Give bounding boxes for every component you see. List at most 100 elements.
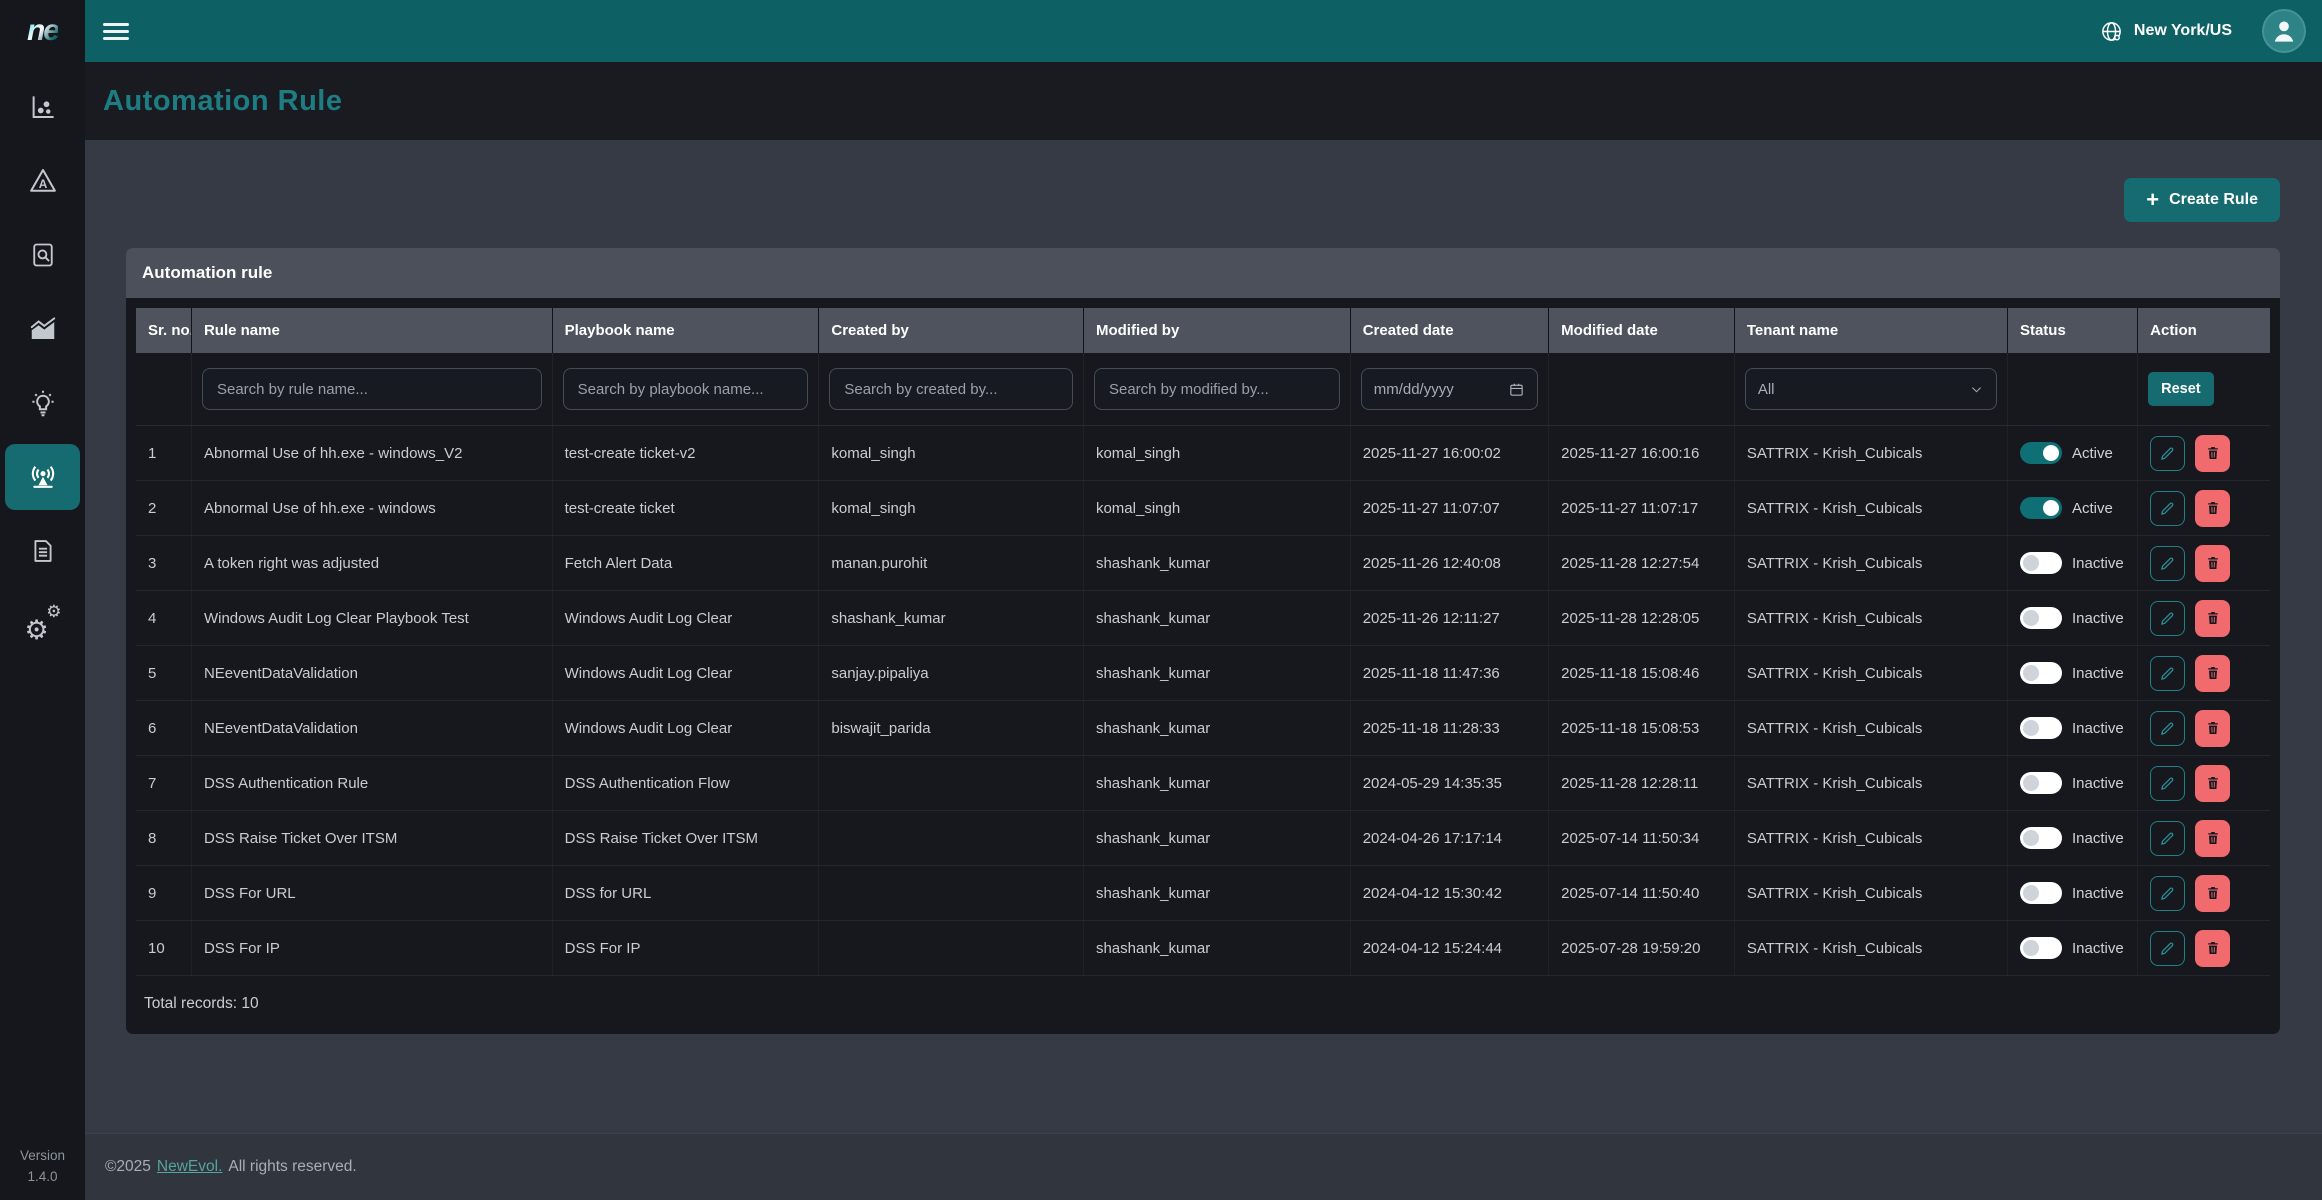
cell-status: Inactive <box>2007 866 2137 921</box>
cell-sr-no: 4 <box>136 591 191 646</box>
status-toggle[interactable] <box>2020 497 2062 519</box>
status-toggle[interactable] <box>2020 442 2062 464</box>
cell-rule-name: DSS Raise Ticket Over ITSM <box>191 811 552 866</box>
edit-rule-button[interactable] <box>2150 546 2185 581</box>
gears-settings-icon: ⚙⚙ <box>26 608 60 642</box>
cell-tenant-name: SATTRIX - Krish_Cubicals <box>1734 811 2007 866</box>
cell-modified-date: 2025-07-14 11:50:40 <box>1549 866 1735 921</box>
sidebar-item-reports[interactable] <box>5 518 80 584</box>
calendar-icon <box>1508 381 1525 398</box>
cell-tenant-name: SATTRIX - Krish_Cubicals <box>1734 591 2007 646</box>
timezone-selector[interactable]: New York/US <box>2099 19 2232 44</box>
cell-created-date: 2025-11-18 11:28:33 <box>1350 701 1548 756</box>
status-label: Inactive <box>2072 830 2124 847</box>
status-toggle[interactable] <box>2020 552 2062 574</box>
cell-sr-no: 6 <box>136 701 191 756</box>
cell-created-date: 2024-04-12 15:24:44 <box>1350 921 1548 976</box>
delete-rule-button[interactable] <box>2195 820 2230 857</box>
trash-icon <box>2205 445 2221 461</box>
edit-rule-button[interactable] <box>2150 436 2185 471</box>
cell-playbook-name: DSS For IP <box>552 921 819 976</box>
cell-action <box>2138 756 2270 811</box>
edit-rule-button[interactable] <box>2150 656 2185 691</box>
pencil-icon <box>2159 665 2176 682</box>
cell-rule-name: NEeventDataValidation <box>191 646 552 701</box>
status-label: Inactive <box>2072 555 2124 572</box>
cell-modified-by: shashank_kumar <box>1083 536 1350 591</box>
delete-rule-button[interactable] <box>2195 655 2230 692</box>
sidebar-item-trends[interactable] <box>5 296 80 362</box>
automation-rules-table: Sr. no. Rule name Playbook name Created … <box>136 308 2270 976</box>
sidebar-item-intelligence[interactable] <box>5 370 80 436</box>
create-rule-button[interactable]: + Create Rule <box>2124 178 2280 222</box>
delete-rule-button[interactable] <box>2195 600 2230 637</box>
newevol-link[interactable]: NewEvol. <box>157 1158 222 1176</box>
col-sr-no: Sr. no. <box>136 308 191 353</box>
pencil-icon <box>2159 500 2176 517</box>
trash-icon <box>2205 830 2221 846</box>
pencil-icon <box>2159 830 2176 847</box>
cell-modified-by: shashank_kumar <box>1083 591 1350 646</box>
cell-created-by: biswajit_parida <box>819 701 1084 756</box>
user-avatar[interactable] <box>2262 9 2306 53</box>
cell-sr-no: 10 <box>136 921 191 976</box>
edit-rule-button[interactable] <box>2150 876 2185 911</box>
menu-icon[interactable] <box>103 23 129 40</box>
edit-rule-button[interactable] <box>2150 931 2185 966</box>
delete-rule-button[interactable] <box>2195 875 2230 912</box>
delete-rule-button[interactable] <box>2195 435 2230 472</box>
table-row: 6 NEeventDataValidation Windows Audit Lo… <box>136 701 2270 756</box>
brand-logo[interactable]: ne <box>0 0 85 62</box>
trash-icon <box>2205 940 2221 956</box>
status-toggle[interactable] <box>2020 662 2062 684</box>
edit-rule-button[interactable] <box>2150 601 2185 636</box>
col-created-by: Created by <box>819 308 1084 353</box>
table-row: 2 Abnormal Use of hh.exe - windows test-… <box>136 481 2270 536</box>
cell-created-by: manan.purohit <box>819 536 1084 591</box>
sidebar-item-investigation[interactable] <box>5 222 80 288</box>
pencil-icon <box>2159 775 2176 792</box>
edit-rule-button[interactable] <box>2150 491 2185 526</box>
cell-tenant-name: SATTRIX - Krish_Cubicals <box>1734 756 2007 811</box>
col-playbook-name: Playbook name <box>552 308 819 353</box>
status-toggle[interactable] <box>2020 882 2062 904</box>
status-toggle[interactable] <box>2020 937 2062 959</box>
edit-rule-button[interactable] <box>2150 821 2185 856</box>
pencil-icon <box>2159 720 2176 737</box>
cell-sr-no: 2 <box>136 481 191 536</box>
cell-modified-date: 2025-11-18 15:08:53 <box>1549 701 1735 756</box>
delete-rule-button[interactable] <box>2195 930 2230 967</box>
delete-rule-button[interactable] <box>2195 710 2230 747</box>
cell-playbook-name: Windows Audit Log Clear <box>552 701 819 756</box>
footer: ©2025 NewEvol. All rights reserved. <box>85 1133 2322 1200</box>
status-toggle[interactable] <box>2020 827 2062 849</box>
sidebar-item-automation[interactable] <box>5 444 80 510</box>
status-toggle[interactable] <box>2020 717 2062 739</box>
tenant-filter-select[interactable]: All <box>1745 368 1997 410</box>
modified-by-search-input[interactable] <box>1094 368 1340 410</box>
edit-rule-button[interactable] <box>2150 766 2185 801</box>
delete-rule-button[interactable] <box>2195 765 2230 802</box>
pencil-icon <box>2159 610 2176 627</box>
sidebar-item-alerts[interactable]: A <box>5 148 80 214</box>
created-date-picker[interactable]: mm/dd/yyyy <box>1361 368 1538 410</box>
sidebar-item-analytics[interactable] <box>5 74 80 140</box>
status-toggle[interactable] <box>2020 772 2062 794</box>
automation-rule-card: Automation rule Sr. no. Rule name Playbo… <box>126 248 2280 1034</box>
cell-created-date: 2025-11-27 11:07:07 <box>1350 481 1548 536</box>
newevol-logo-icon: ne <box>27 14 58 48</box>
cell-created-date: 2024-05-29 14:35:35 <box>1350 756 1548 811</box>
edit-rule-button[interactable] <box>2150 711 2185 746</box>
rule-name-search-input[interactable] <box>202 368 542 410</box>
cell-tenant-name: SATTRIX - Krish_Cubicals <box>1734 481 2007 536</box>
reset-filters-button[interactable]: Reset <box>2148 372 2214 406</box>
playbook-name-search-input[interactable] <box>563 368 809 410</box>
sidebar-item-settings[interactable]: ⚙⚙ <box>5 592 80 658</box>
document-icon <box>29 537 57 565</box>
page-title: Automation Rule <box>103 85 343 118</box>
status-toggle[interactable] <box>2020 607 2062 629</box>
delete-rule-button[interactable] <box>2195 490 2230 527</box>
cell-modified-date: 2025-11-27 11:07:17 <box>1549 481 1735 536</box>
created-by-search-input[interactable] <box>829 368 1073 410</box>
delete-rule-button[interactable] <box>2195 545 2230 582</box>
